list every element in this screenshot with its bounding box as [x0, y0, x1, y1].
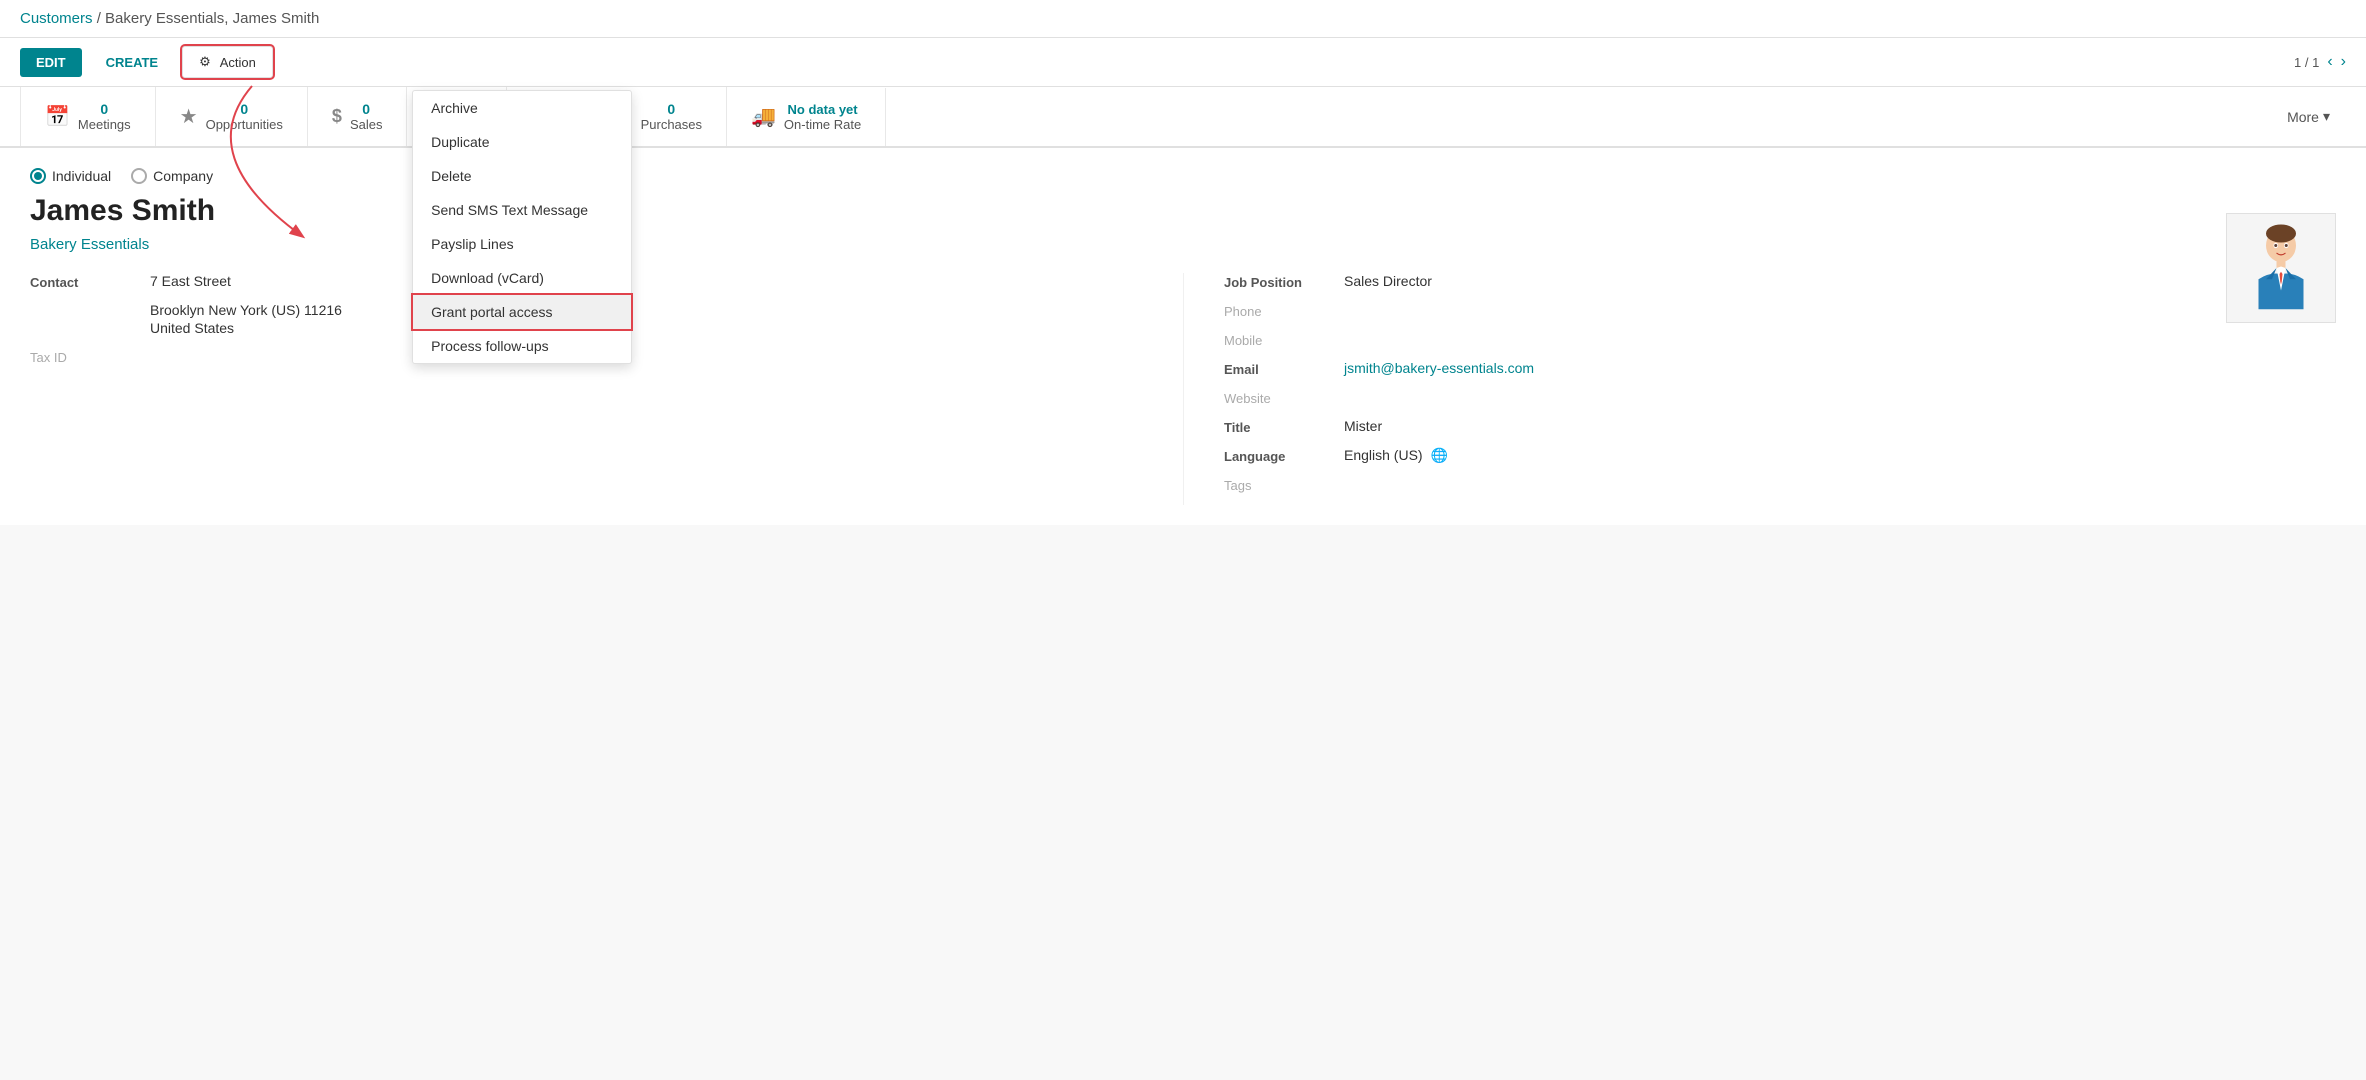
- phone-field: Phone: [1224, 302, 2336, 319]
- avatar-image: [2236, 223, 2326, 313]
- meetings-label: Meetings: [78, 117, 131, 132]
- language-field: Language English (US) 🌐: [1224, 447, 2336, 464]
- email-field: Email jsmith@bakery-essentials.com: [1224, 360, 2336, 377]
- customer-name: James Smith: [30, 194, 2336, 228]
- two-column-layout: Contact 7 East Street Brooklyn New York …: [30, 273, 2336, 505]
- breadcrumb-parent[interactable]: Customers: [20, 10, 93, 27]
- dollar-icon: $: [332, 106, 342, 127]
- action-vcard[interactable]: Download (vCard): [413, 261, 631, 295]
- prev-button[interactable]: ‹: [2327, 53, 2332, 71]
- ontime-label: On-time Rate: [784, 117, 861, 132]
- sales-label: Sales: [350, 117, 383, 132]
- language-value: English (US) 🌐: [1344, 447, 2336, 464]
- action-sms[interactable]: Send SMS Text Message: [413, 193, 631, 227]
- calendar-icon: 📅: [45, 104, 70, 129]
- star-icon: ★: [180, 104, 198, 129]
- country-value: United States: [150, 320, 1143, 336]
- action-followups[interactable]: Process follow-ups: [413, 329, 631, 363]
- website-label: Website: [1224, 389, 1344, 406]
- city-state-zip: Brooklyn New York (US) 11216: [150, 302, 1143, 318]
- breadcrumb: Customers / Bakery Essentials, James Smi…: [0, 0, 2366, 38]
- edit-button[interactable]: EDIT: [20, 48, 82, 77]
- action-button-container: ⚙ Action Archive Duplicate Delete Send S…: [182, 46, 273, 78]
- action-archive[interactable]: Archive: [413, 91, 631, 125]
- email-label: Email: [1224, 360, 1344, 377]
- contact-label: Contact: [30, 273, 150, 290]
- opportunities-count: 0: [206, 101, 283, 117]
- pagination-text: 1 / 1: [2294, 55, 2319, 70]
- action-delete[interactable]: Delete: [413, 159, 631, 193]
- job-position-field: Job Position Sales Director: [1224, 273, 2336, 290]
- create-button[interactable]: CREATE: [90, 48, 174, 77]
- individual-label: Individual: [52, 168, 111, 184]
- toolbar: EDIT CREATE ⚙ Action Archive Duplicate D…: [0, 38, 2366, 87]
- more-button[interactable]: More ▾: [2271, 94, 2346, 139]
- title-label: Title: [1224, 418, 1344, 435]
- form-container: Individual Company James Smith Bakery Es…: [0, 148, 2366, 525]
- action-portal-access[interactable]: Grant portal access: [413, 295, 631, 329]
- avatar-container: [2226, 213, 2336, 323]
- breadcrumb-separator: /: [97, 10, 105, 27]
- action-dropdown: Archive Duplicate Delete Send SMS Text M…: [412, 90, 632, 364]
- mobile-field: Mobile: [1224, 331, 2336, 348]
- opportunities-label: Opportunities: [206, 117, 283, 132]
- phone-label: Phone: [1224, 302, 1344, 319]
- title-field: Title Mister: [1224, 418, 2336, 435]
- individual-radio-label[interactable]: Individual: [30, 168, 111, 184]
- smart-button-bar: 📅 0 Meetings ★ 0 Opportunities $ 0 Sales…: [0, 87, 2366, 148]
- right-column: Job Position Sales Director Phone Mobile…: [1183, 273, 2336, 505]
- gear-icon: ⚙: [199, 54, 211, 70]
- smart-btn-opportunities[interactable]: ★ 0 Opportunities: [156, 87, 308, 146]
- type-selector: Individual Company: [30, 168, 2336, 184]
- street-value: 7 East Street: [150, 273, 1143, 289]
- action-duplicate[interactable]: Duplicate: [413, 125, 631, 159]
- truck-icon: 🚚: [751, 104, 776, 129]
- language-label: Language: [1224, 447, 1344, 464]
- action-payslip[interactable]: Payslip Lines: [413, 227, 631, 261]
- job-position-value: Sales Director: [1344, 273, 2336, 289]
- purchases-count: 0: [641, 101, 702, 117]
- smart-btn-meetings[interactable]: 📅 0 Meetings: [20, 87, 156, 146]
- company-radio[interactable]: [131, 168, 147, 184]
- email-value[interactable]: jsmith@bakery-essentials.com: [1344, 360, 2336, 376]
- company-radio-label[interactable]: Company: [131, 168, 213, 184]
- mobile-label: Mobile: [1224, 331, 1344, 348]
- individual-radio[interactable]: [30, 168, 46, 184]
- smart-btn-sales[interactable]: $ 0 Sales: [308, 87, 408, 146]
- main-content: Individual Company James Smith Bakery Es…: [0, 148, 2366, 525]
- ontime-nodata: No data yet: [784, 102, 861, 117]
- company-label: Company: [153, 168, 213, 184]
- taxid-label: Tax ID: [30, 348, 150, 365]
- more-label: More: [2287, 109, 2319, 125]
- breadcrumb-current: Bakery Essentials, James Smith: [105, 10, 319, 27]
- action-label: Action: [220, 55, 256, 70]
- title-value: Mister: [1344, 418, 2336, 434]
- next-button[interactable]: ›: [2341, 53, 2346, 71]
- pagination: 1 / 1 ‹ ›: [2294, 53, 2346, 71]
- globe-icon: 🌐: [1430, 447, 1447, 463]
- address-block: Brooklyn New York (US) 11216 United Stat…: [150, 302, 1143, 336]
- tags-label: Tags: [1224, 476, 1344, 493]
- website-field: Website: [1224, 389, 2336, 406]
- purchases-label: Purchases: [641, 117, 702, 132]
- tags-field: Tags: [1224, 476, 2336, 493]
- action-button[interactable]: ⚙ Action: [182, 46, 273, 78]
- smart-btn-ontime[interactable]: 🚚 No data yet On-time Rate: [727, 88, 886, 146]
- sales-count: 0: [350, 101, 383, 117]
- company-link[interactable]: Bakery Essentials: [30, 236, 2336, 253]
- meetings-count: 0: [78, 101, 131, 117]
- job-position-label: Job Position: [1224, 273, 1344, 290]
- chevron-down-icon: ▾: [2323, 108, 2330, 125]
- language-text: English (US): [1344, 447, 1423, 463]
